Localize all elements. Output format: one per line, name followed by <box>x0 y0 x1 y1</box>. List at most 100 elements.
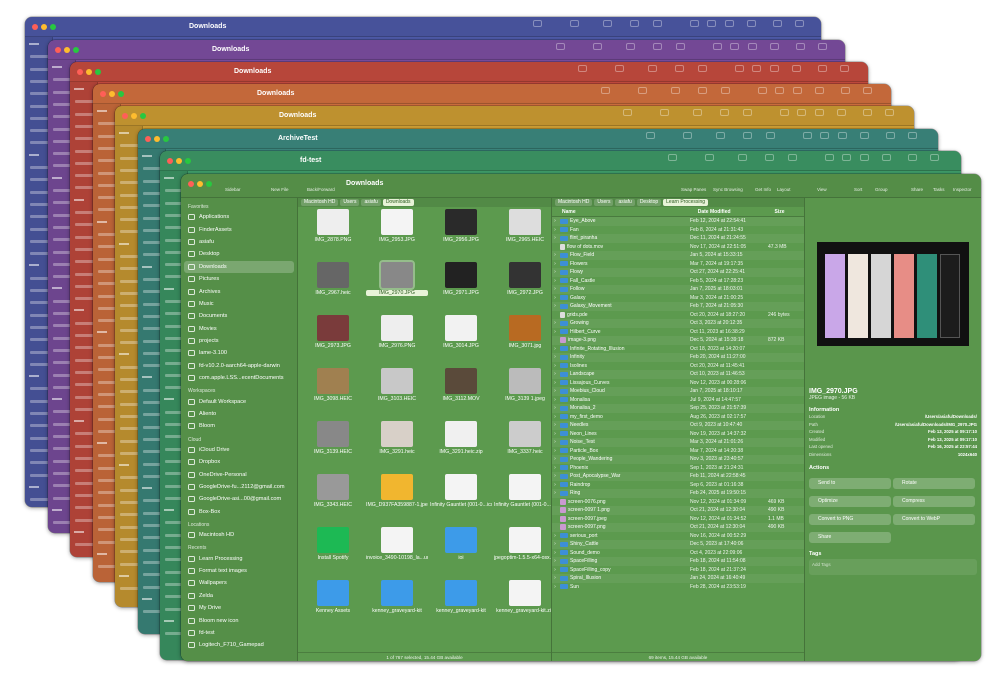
traffic-light[interactable] <box>163 136 169 142</box>
disclosure-chevron-icon[interactable]: › <box>552 439 558 445</box>
sidebar-item[interactable]: Music <box>184 298 294 310</box>
traffic-light[interactable] <box>167 158 173 164</box>
grid-item[interactable]: IMG_3103.HEIC <box>366 368 428 402</box>
disclosure-chevron-icon[interactable]: › <box>552 235 558 241</box>
sidebar-item[interactable]: Dropbox <box>184 456 294 468</box>
traffic-light[interactable] <box>95 69 101 75</box>
grid-item[interactable]: IMG_2976.PNG <box>366 315 428 349</box>
disclosure-chevron-icon[interactable]: › <box>552 448 558 454</box>
disclosure-chevron-icon[interactable]: › <box>552 269 558 275</box>
column-date[interactable]: Date Modified <box>698 209 775 215</box>
sidebar-item[interactable]: My Drive <box>184 602 294 614</box>
disclosure-chevron-icon[interactable]: › <box>552 575 558 581</box>
traffic-light[interactable] <box>131 113 137 119</box>
list-row[interactable]: › Fall_Castle Feb 5, 2024 at 17:28:23 <box>552 277 804 286</box>
get-info-button[interactable]: Get Info <box>755 187 771 192</box>
toolbar-icon[interactable] <box>796 43 805 50</box>
toolbar-icon[interactable] <box>837 109 846 116</box>
disclosure-chevron-icon[interactable]: › <box>552 278 558 284</box>
traffic-light[interactable] <box>145 136 151 142</box>
disclosure-chevron-icon[interactable]: › <box>552 490 558 496</box>
list-row[interactable]: screen-0097.png Oct 21, 2024 at 12:30:04 4… <box>552 523 804 532</box>
disclosure-chevron-icon[interactable]: › <box>552 431 558 437</box>
toolbar-icon[interactable] <box>743 109 752 116</box>
list-row[interactable]: › Follow Jan 7, 2025 at 18:03:01 <box>552 285 804 294</box>
disclosure-chevron-icon[interactable]: › <box>552 329 558 335</box>
list-row[interactable]: › Galaxy_Movement Feb 7, 2024 at 21:05:30 <box>552 302 804 311</box>
disclosure-chevron-icon[interactable]: › <box>552 354 558 360</box>
disclosure-chevron-icon[interactable]: › <box>552 261 558 267</box>
toolbar-icon[interactable] <box>725 20 734 27</box>
toolbar-icon[interactable] <box>795 20 804 27</box>
toolbar-icon[interactable] <box>638 87 647 94</box>
sidebar-item[interactable]: projects <box>184 335 294 347</box>
disclosure-chevron-icon[interactable]: › <box>552 550 558 556</box>
disclosure-chevron-icon[interactable]: › <box>552 473 558 479</box>
toolbar-icon[interactable] <box>623 109 632 116</box>
toolbar-icon[interactable] <box>603 20 612 27</box>
sidebar-item[interactable]: lame-3.100 <box>184 347 294 359</box>
traffic-light[interactable] <box>64 47 70 53</box>
sync-browsing-button[interactable]: Sync Browsing <box>713 187 743 192</box>
minimize-button[interactable] <box>197 181 203 187</box>
toolbar-icon[interactable] <box>743 132 752 139</box>
traffic-light[interactable] <box>32 24 38 30</box>
list-row[interactable]: › SpaceFilling_copy Feb 18, 2024 at 21:37:… <box>552 566 804 575</box>
action-button[interactable]: Send to <box>809 477 891 489</box>
toolbar-icon[interactable] <box>885 109 894 116</box>
breadcrumb-item[interactable]: asiafu <box>615 199 635 206</box>
disclosure-chevron-icon[interactable]: › <box>552 405 558 411</box>
list-row[interactable]: › Raindrop Sep 6, 2023 at 01:16:38 <box>552 481 804 490</box>
disclosure-chevron-icon[interactable]: › <box>552 456 558 462</box>
disclosure-chevron-icon[interactable]: › <box>552 320 558 326</box>
grid-item[interactable]: IMG_2878.PNG <box>302 209 364 243</box>
toolbar-icon[interactable] <box>770 43 779 50</box>
disclosure-chevron-icon[interactable]: › <box>552 584 558 590</box>
back-forward-button[interactable]: Back/Forward <box>307 187 335 192</box>
toolbar-icon[interactable] <box>716 132 725 139</box>
toolbar-icon[interactable] <box>908 154 917 161</box>
disclosure-chevron-icon[interactable]: › <box>552 295 558 301</box>
list-row[interactable]: › Particle_Box Mar 7, 2024 at 14:20:38 <box>552 447 804 456</box>
toolbar-icon[interactable] <box>738 154 747 161</box>
toolbar-icon[interactable] <box>671 87 680 94</box>
grid-item[interactable]: IMG_2970.JPG <box>366 260 428 296</box>
sidebar-item[interactable]: Applications <box>184 211 294 223</box>
disclosure-chevron-icon[interactable]: › <box>552 371 558 377</box>
grid-item[interactable]: IMG_D937FA359887-1.jpeg <box>366 474 428 508</box>
toolbar-icon[interactable] <box>752 65 761 72</box>
toolbar-icon[interactable] <box>556 43 565 50</box>
breadcrumb-item[interactable]: Users <box>340 199 360 206</box>
grid-item[interactable]: Install Spotify <box>302 527 364 561</box>
traffic-light[interactable] <box>41 24 47 30</box>
toolbar-icon[interactable] <box>780 109 789 116</box>
grid-item[interactable]: IMG_2953.JPG <box>366 209 428 243</box>
list-row[interactable]: › Shiny_Cattle Dec 5, 2023 at 17:40:06 <box>552 540 804 549</box>
grid-item[interactable]: IMG_2967.heic <box>302 262 364 296</box>
list-row[interactable]: › Sound_demo Oct 4, 2023 at 22:09:06 <box>552 549 804 558</box>
grid-item[interactable]: kenney_graveyard-kit.zip <box>494 580 551 614</box>
toolbar-icon[interactable] <box>653 43 662 50</box>
list-row[interactable]: screen-0076.png Nov 12, 2024 at 01:34:09 4… <box>552 498 804 507</box>
traffic-light[interactable] <box>154 136 160 142</box>
sidebar-item[interactable]: Zelda <box>184 590 294 602</box>
grid-item[interactable]: IMG_3343.HEIC <box>302 474 364 508</box>
sidebar-item[interactable]: asiafu <box>184 236 294 248</box>
toolbar-icon[interactable] <box>721 87 730 94</box>
traffic-light[interactable] <box>185 158 191 164</box>
toolbar-icon[interactable] <box>758 87 767 94</box>
disclosure-chevron-icon[interactable]: › <box>552 422 558 428</box>
sidebar-item[interactable]: Documents <box>184 310 294 322</box>
breadcrumb-item[interactable]: Downloads <box>382 199 414 206</box>
toolbar-icon[interactable] <box>803 132 812 139</box>
disclosure-chevron-icon[interactable]: › <box>552 363 558 369</box>
list-row[interactable]: › Moebius_Cloud Jan 7, 2025 at 18:10:17 <box>552 387 804 396</box>
traffic-light[interactable] <box>122 113 128 119</box>
disclosure-chevron-icon[interactable]: › <box>552 346 558 352</box>
toolbar-icon[interactable] <box>653 20 662 27</box>
list-row[interactable]: › Needles Oct 9, 2023 at 10:47:40 <box>552 421 804 430</box>
sidebar-item[interactable]: Movies <box>184 323 294 335</box>
toolbar-icon[interactable] <box>570 20 579 27</box>
sidebar-item[interactable]: OneDrive-Personal <box>184 468 294 480</box>
toolbar-icon[interactable] <box>788 154 797 161</box>
